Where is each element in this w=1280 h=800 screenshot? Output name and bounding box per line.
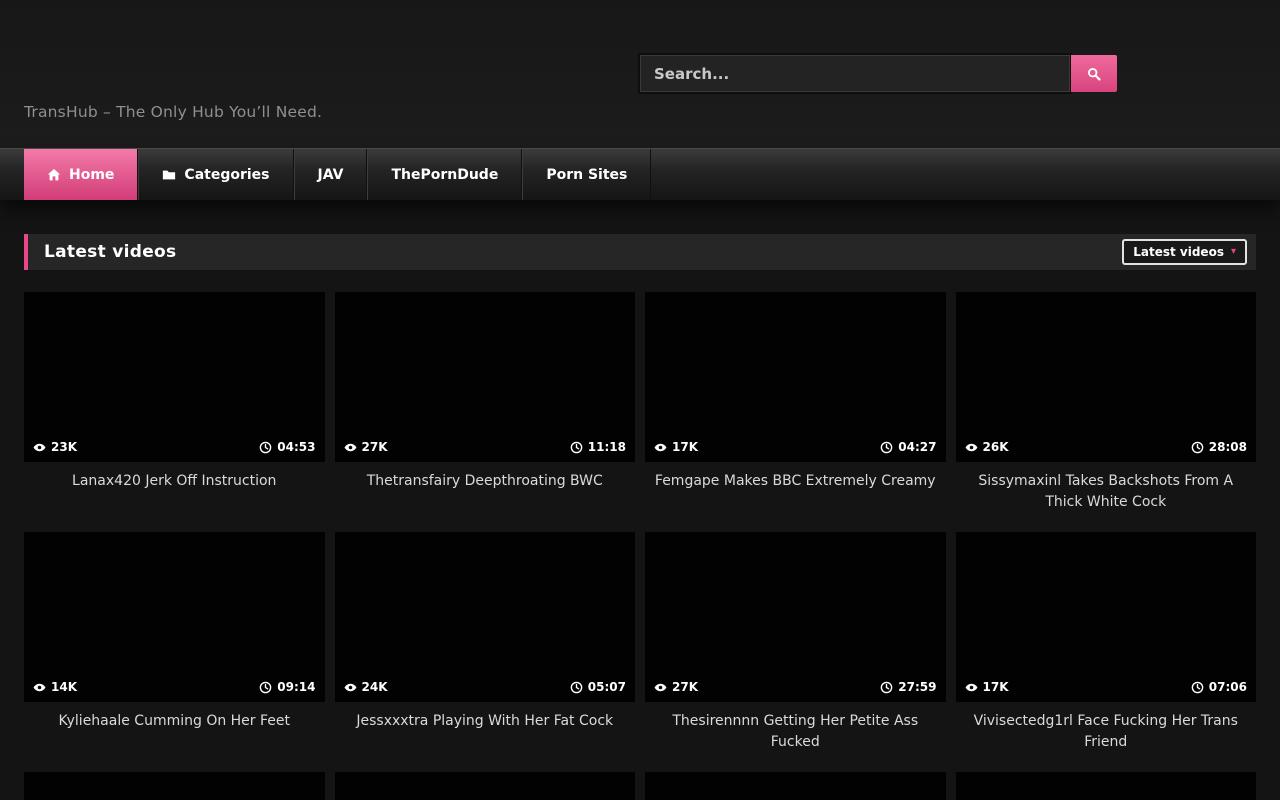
- clock-icon: [259, 681, 272, 694]
- nav-tab-label: Porn Sites: [546, 167, 627, 183]
- video-title[interactable]: Femgape Makes BBC Extremely Creamy: [645, 471, 946, 492]
- site-tagline: TransHub – The Only Hub You’ll Need.: [24, 103, 322, 121]
- video-card[interactable]: 14K 09:14 Kyliehaale Cumming On Her Feet: [24, 532, 325, 772]
- video-card[interactable]: 26K 28:08 Sissymaxinl Takes Backshots Fr…: [956, 292, 1257, 532]
- search-button[interactable]: [1071, 55, 1117, 92]
- video-title[interactable]: Kyliehaale Cumming On Her Feet: [24, 711, 325, 732]
- video-card[interactable]: 24K 05:07 Jessxxxtra Playing With Her Fa…: [335, 532, 636, 772]
- eye-icon: [33, 681, 46, 694]
- video-title[interactable]: Thetransfairy Deepthroating BWC: [335, 471, 636, 492]
- video-card[interactable]: 17K 07:06 Vivisectedg1rl Face Fucking He…: [956, 532, 1257, 772]
- eye-icon: [33, 441, 46, 454]
- magnifier-icon: [1087, 67, 1101, 81]
- video-thumbnail[interactable]: 23K 04:53: [24, 292, 325, 462]
- eye-icon: [965, 681, 978, 694]
- search-input[interactable]: [640, 55, 1070, 92]
- video-meta: 24K 05:07: [344, 680, 627, 694]
- video-card[interactable]: [335, 772, 636, 800]
- video-title[interactable]: Thesirennnn Getting Her Petite Ass Fucke…: [645, 711, 946, 753]
- clock-icon: [259, 441, 272, 454]
- nav-tab-jav[interactable]: JAV: [294, 149, 368, 200]
- video-thumbnail[interactable]: 27K 27:59: [645, 532, 946, 702]
- clock-icon: [570, 681, 583, 694]
- nav-tab-porn-sites[interactable]: Porn Sites: [522, 149, 651, 200]
- video-thumbnail[interactable]: [335, 772, 636, 800]
- video-meta: 23K 04:53: [33, 440, 316, 454]
- video-card[interactable]: 17K 04:27 Femgape Makes BBC Extremely Cr…: [645, 292, 946, 532]
- main-content: Latest videos Latest videos ▾ 23K: [0, 234, 1280, 800]
- nav-tab-label: JAV: [318, 167, 344, 183]
- video-card[interactable]: [956, 772, 1257, 800]
- video-title[interactable]: Lanax420 Jerk Off Instruction: [24, 471, 325, 492]
- video-meta: 14K 09:14: [33, 680, 316, 694]
- video-meta: 27K 27:59: [654, 680, 937, 694]
- video-thumbnail[interactable]: 27K 11:18: [335, 292, 636, 462]
- section-accent-bar: [24, 234, 28, 270]
- video-duration: 04:53: [259, 440, 315, 454]
- video-thumbnail[interactable]: [24, 772, 325, 800]
- home-icon: [47, 168, 61, 182]
- clock-icon: [880, 441, 893, 454]
- nav-tab-label: Categories: [184, 167, 269, 183]
- clock-icon: [570, 441, 583, 454]
- video-card[interactable]: 23K 04:53 Lanax420 Jerk Off Instruction: [24, 292, 325, 532]
- video-thumbnail[interactable]: 26K 28:08: [956, 292, 1257, 462]
- nav-tab-label: Home: [69, 167, 114, 183]
- video-card[interactable]: [24, 772, 325, 800]
- eye-icon: [654, 441, 667, 454]
- section-title: Latest videos: [44, 242, 176, 262]
- eye-icon: [965, 441, 978, 454]
- video-meta: 27K 11:18: [344, 440, 627, 454]
- video-meta: 26K 28:08: [965, 440, 1248, 454]
- video-card[interactable]: [645, 772, 946, 800]
- view-count: 27K: [654, 680, 698, 694]
- video-duration: 28:08: [1191, 440, 1247, 454]
- sort-dropdown[interactable]: Latest videos ▾: [1122, 239, 1247, 265]
- view-count: 27K: [344, 440, 388, 454]
- view-count: 23K: [33, 440, 77, 454]
- nav-tab-label: ThePornDude: [391, 167, 498, 183]
- video-duration: 07:06: [1191, 680, 1247, 694]
- video-thumbnail[interactable]: 17K 04:27: [645, 292, 946, 462]
- video-grid: 23K 04:53 Lanax420 Jerk Off Instruction: [24, 292, 1256, 800]
- video-thumbnail[interactable]: [956, 772, 1257, 800]
- view-count: 14K: [33, 680, 77, 694]
- eye-icon: [344, 441, 357, 454]
- nav-tab-home[interactable]: Home: [24, 149, 138, 200]
- video-meta: 17K 07:06: [965, 680, 1248, 694]
- section-header: Latest videos Latest videos ▾: [24, 234, 1256, 270]
- sort-dropdown-label: Latest videos: [1133, 245, 1224, 259]
- video-title[interactable]: Sissymaxinl Takes Backshots From A Thick…: [956, 471, 1257, 513]
- view-count: 17K: [965, 680, 1009, 694]
- video-card[interactable]: 27K 27:59 Thesirennnn Getting Her Petite…: [645, 532, 946, 772]
- folder-icon: [162, 168, 176, 182]
- search-bar: [640, 55, 1117, 92]
- clock-icon: [1191, 441, 1204, 454]
- video-title[interactable]: Jessxxxtra Playing With Her Fat Cock: [335, 711, 636, 732]
- video-meta: 17K 04:27: [654, 440, 937, 454]
- video-title[interactable]: Vivisectedg1rl Face Fucking Her Trans Fr…: [956, 711, 1257, 753]
- nav-tab-theporndude[interactable]: ThePornDude: [367, 149, 522, 200]
- view-count: 26K: [965, 440, 1009, 454]
- video-duration: 09:14: [259, 680, 315, 694]
- video-thumbnail[interactable]: 17K 07:06: [956, 532, 1257, 702]
- video-duration: 05:07: [570, 680, 626, 694]
- clock-icon: [880, 681, 893, 694]
- video-duration: 27:59: [880, 680, 936, 694]
- video-duration: 04:27: [880, 440, 936, 454]
- video-thumbnail[interactable]: 14K 09:14: [24, 532, 325, 702]
- video-duration: 11:18: [570, 440, 626, 454]
- nav-tab-categories[interactable]: Categories: [138, 149, 293, 200]
- site-header: TransHub – The Only Hub You’ll Need.: [0, 0, 1280, 148]
- view-count: 17K: [654, 440, 698, 454]
- video-card[interactable]: 27K 11:18 Thetransfairy Deepthroating BW…: [335, 292, 636, 532]
- clock-icon: [1191, 681, 1204, 694]
- eye-icon: [344, 681, 357, 694]
- video-thumbnail[interactable]: 24K 05:07: [335, 532, 636, 702]
- video-thumbnail[interactable]: [645, 772, 946, 800]
- chevron-down-icon: ▾: [1231, 247, 1236, 257]
- view-count: 24K: [344, 680, 388, 694]
- main-nav: Home Categories JAV ThePornDude Porn Sit…: [0, 148, 1280, 200]
- eye-icon: [654, 681, 667, 694]
